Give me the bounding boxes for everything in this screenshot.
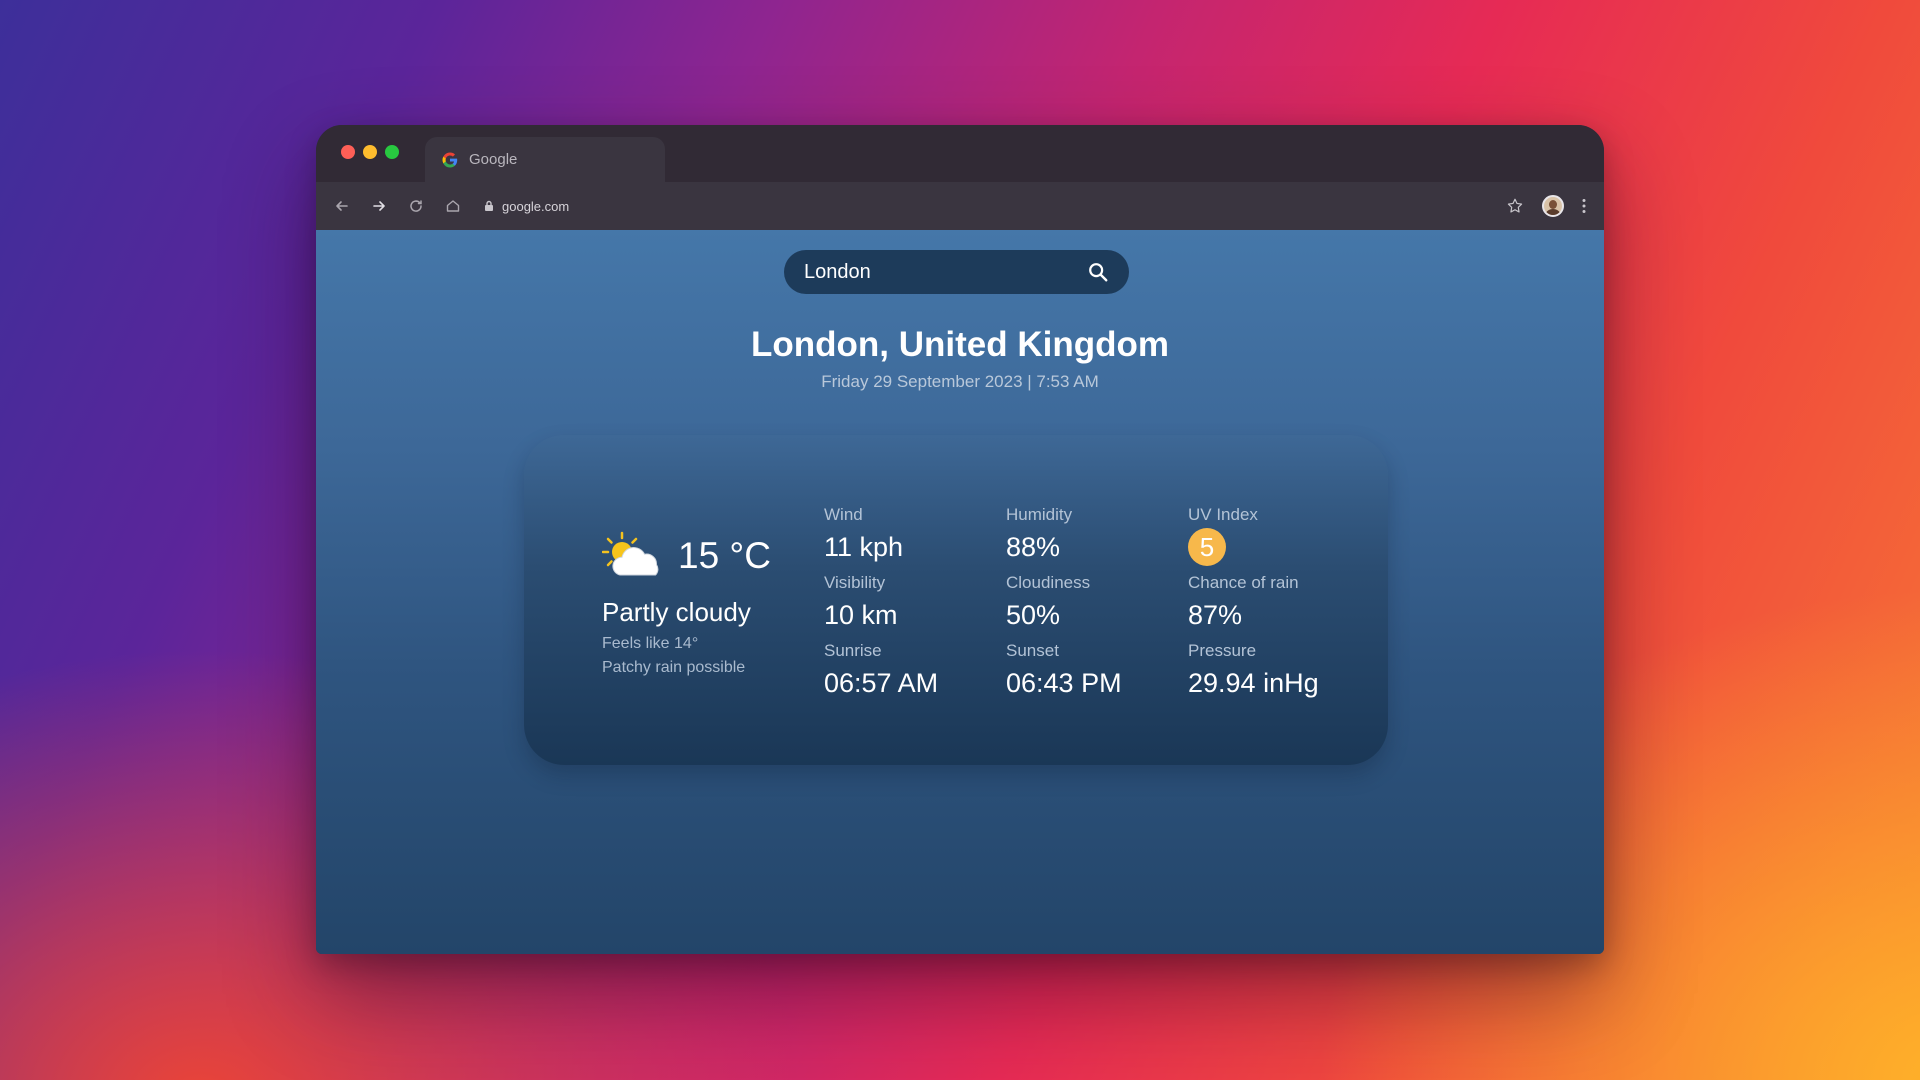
home-icon [446, 200, 460, 212]
home-button[interactable] [439, 192, 467, 220]
reload-button[interactable] [402, 192, 430, 220]
weather-page: London, United Kingdom Friday 29 Septemb… [316, 230, 1604, 954]
stat-label: Cloudiness [1006, 573, 1091, 592]
stat-wind: Wind 11 kph [824, 505, 1006, 573]
search-input[interactable] [804, 260, 1064, 284]
stat-label: Pressure [1188, 641, 1257, 660]
maximize-window-button[interactable] [385, 145, 399, 159]
tab-title: Google [469, 151, 518, 168]
back-button[interactable] [328, 192, 356, 220]
uv-index-badge: 5 [1188, 528, 1226, 566]
condition-text: Partly cloudy [602, 597, 751, 627]
reload-icon [410, 200, 422, 212]
arrow-left-icon [336, 201, 348, 211]
address-bar[interactable]: google.com [484, 199, 569, 214]
current-weather: 15 °C Partly cloudy Feels like 14° Patch… [602, 531, 792, 678]
stat-value: 88% [1006, 532, 1061, 562]
stat-label: Humidity [1006, 505, 1073, 524]
stat-value: 50% [1006, 600, 1061, 630]
forward-button[interactable] [365, 192, 393, 220]
weather-card: 15 °C Partly cloudy Feels like 14° Patch… [524, 435, 1388, 765]
arrow-right-icon [373, 201, 385, 211]
stat-value: 29.94 inHg [1188, 668, 1319, 698]
lock-icon [485, 200, 493, 211]
google-icon [442, 152, 458, 167]
stat-label: Wind [824, 505, 863, 524]
stat-label: Chance of rain [1188, 573, 1299, 592]
stat-label: Visibility [824, 573, 886, 592]
feels-like-text: Feels like 14° [602, 635, 699, 652]
location-datetime: Friday 29 September 2023 | 7:53 AM [821, 372, 1099, 391]
stat-label: Sunrise [824, 641, 882, 660]
stat-value: 10 km [824, 600, 898, 630]
stat-label: Sunset [1006, 641, 1059, 660]
partly-cloudy-icon [602, 531, 659, 576]
stat-humidity: Humidity 88% [1006, 505, 1188, 573]
search-bar [784, 250, 1129, 294]
more-menu-icon[interactable] [1582, 198, 1586, 214]
weather-stats: Wind 11 kph Humidity 88% UV Index 5 Visi… [824, 505, 1370, 709]
stat-sunrise: Sunrise 06:57 AM [824, 641, 1006, 709]
stat-visibility: Visibility 10 km [824, 573, 1006, 641]
stat-value: 87% [1188, 600, 1243, 630]
stat-pressure: Pressure 29.94 inHg [1188, 641, 1370, 709]
stat-value: 06:43 PM [1006, 668, 1122, 698]
stat-label: UV Index [1188, 505, 1258, 524]
url-text: google.com [502, 198, 570, 214]
stat-chance-of-rain: Chance of rain 87% [1188, 573, 1370, 641]
browser-window: Google google.com London London, United … [316, 125, 1604, 954]
temperature: 15 °C [678, 535, 771, 576]
browser-titlebar: Google [316, 125, 1604, 182]
forecast-summary: Patchy rain possible [602, 659, 746, 676]
browser-tab[interactable]: Google [425, 137, 665, 182]
stat-value: 11 kph [824, 532, 904, 562]
profile-avatar[interactable] [1542, 195, 1564, 217]
bookmark-star-icon[interactable] [1506, 197, 1524, 215]
stat-value: 06:57 AM [824, 668, 939, 698]
stat-uv-index: UV Index 5 [1188, 505, 1370, 573]
stat-cloudiness: Cloudiness 50% [1006, 573, 1188, 641]
location-title: London, United Kingdom [751, 325, 1169, 364]
window-controls [341, 145, 399, 159]
stat-sunset: Sunset 06:43 PM [1006, 641, 1188, 709]
search-icon[interactable] [1087, 261, 1109, 283]
browser-toolbar: google.com [316, 182, 1604, 230]
close-window-button[interactable] [341, 145, 355, 159]
minimize-window-button[interactable] [363, 145, 377, 159]
